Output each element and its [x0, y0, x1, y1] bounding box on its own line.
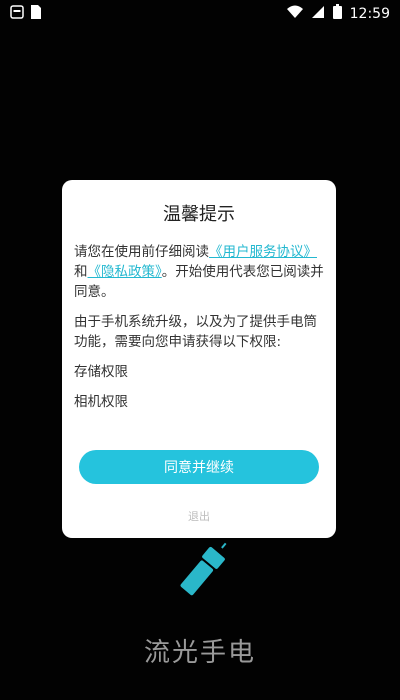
permission-explanation: 由于手机系统升级，以及为了提供手电筒功能，需要向您申请获得以下权限:	[74, 314, 317, 350]
permission-camera: 相机权限	[74, 394, 128, 410]
app-screen: 12:59 流光手电 温馨提示 请您在使用前仔细阅读《用户服务协议》和《隐私政策…	[0, 0, 400, 700]
exit-button[interactable]: 退出	[62, 508, 336, 524]
wifi-icon	[286, 5, 303, 23]
status-bar: 12:59	[0, 0, 400, 26]
flashlight-icon	[166, 540, 234, 608]
agree-continue-button[interactable]: 同意并继续	[79, 450, 319, 484]
battery-icon	[332, 4, 342, 23]
privacy-dialog: 温馨提示 请您在使用前仔细阅读《用户服务协议》和《隐私政策》。开始使用代表您已阅…	[62, 180, 336, 538]
agreement-paragraph: 请您在使用前仔细阅读《用户服务协议》和《隐私政策》。开始使用代表您已阅读并同意。	[74, 242, 324, 302]
privacy-policy-link[interactable]: 《隐私政策》	[88, 264, 162, 280]
signal-icon	[311, 5, 325, 23]
dialog-title: 温馨提示	[163, 204, 235, 225]
and-text: 和	[74, 264, 88, 280]
notification-icon	[10, 5, 24, 23]
app-name: 流光手电	[143, 638, 256, 668]
status-left	[10, 4, 42, 24]
permission-storage: 存储权限	[74, 364, 128, 380]
sim-icon	[30, 4, 42, 24]
status-time: 12:59	[349, 5, 390, 22]
agreement-prefix: 请您在使用前仔细阅读	[74, 244, 209, 260]
user-agreement-link[interactable]: 《用户服务协议》	[209, 244, 317, 260]
dialog-body: 请您在使用前仔细阅读《用户服务协议》和《隐私政策》。开始使用代表您已阅读并同意。…	[74, 242, 324, 422]
status-right: 12:59	[286, 4, 390, 23]
